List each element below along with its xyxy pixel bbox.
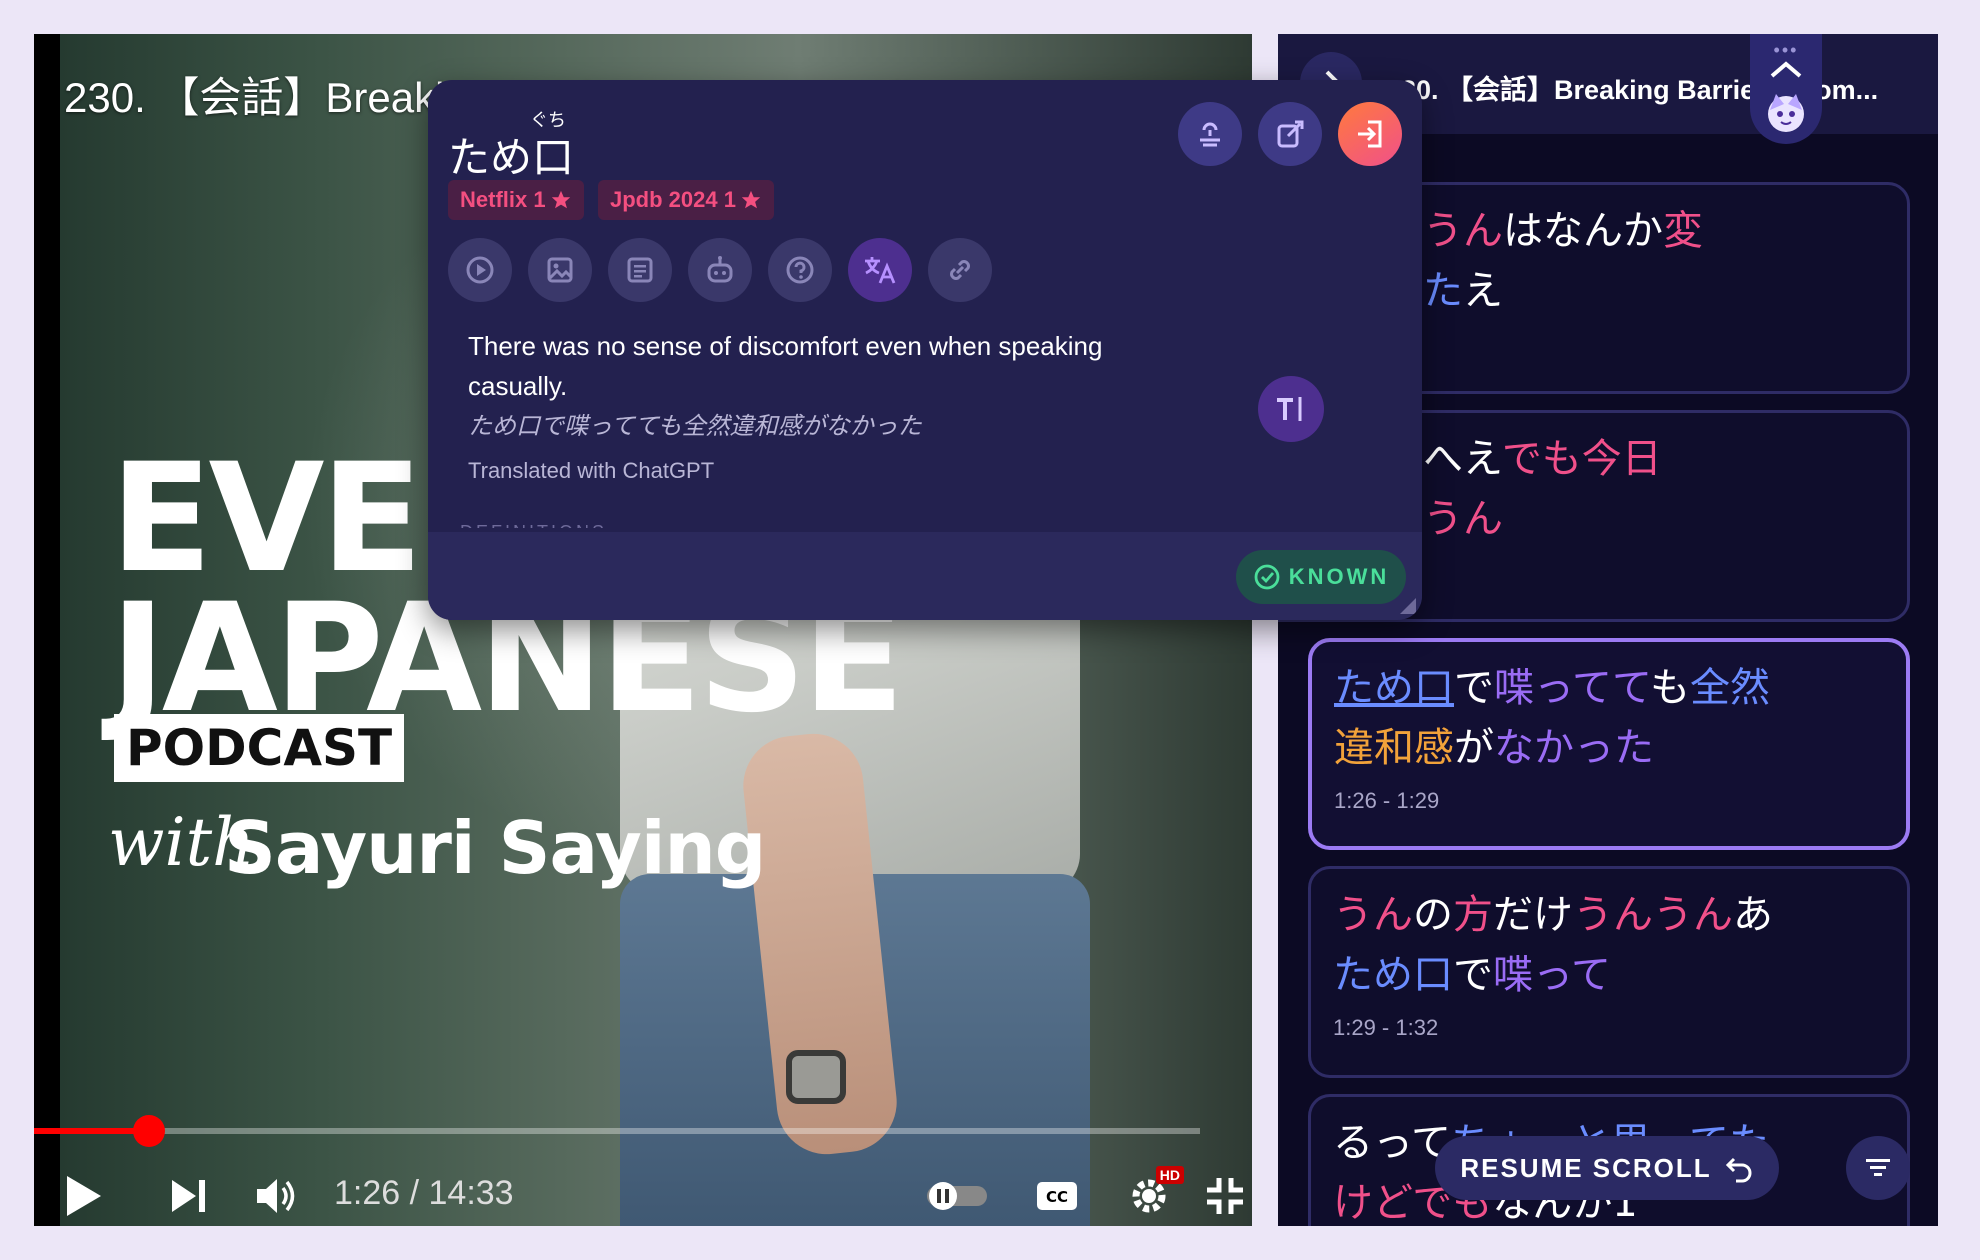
subtitle-word[interactable]: が: [1454, 725, 1494, 771]
edit-icon: [1277, 120, 1304, 148]
translate-icon: [865, 257, 896, 284]
dictionary-popup[interactable]: ぐち ため口 Netflix 1 Jpdb 2024 1 There was n…: [428, 80, 1422, 620]
robot-icon: [707, 256, 733, 283]
subtitle-word[interactable]: あ: [1733, 892, 1773, 938]
subtitle-word[interactable]: 方: [1453, 892, 1493, 938]
watch-icon: [786, 1050, 846, 1104]
subtitle-line: ため口で喋って: [1333, 945, 1885, 1005]
resume-scroll-label: RESUME SCROLL: [1460, 1152, 1712, 1183]
screenshot-button[interactable]: [528, 238, 592, 302]
subtitle-word[interactable]: はなんか: [1503, 208, 1663, 254]
seek-bar[interactable]: [34, 1115, 1200, 1147]
volume-button[interactable]: [250, 1172, 304, 1220]
hd-badge: HD: [1155, 1166, 1184, 1184]
known-label: KNOWN: [1288, 564, 1390, 589]
translate-button[interactable]: [848, 238, 912, 302]
panel-handle[interactable]: •••: [1750, 34, 1822, 144]
help-button[interactable]: [768, 238, 832, 302]
mark-known-button[interactable]: KNOWN: [1236, 550, 1406, 604]
autoplay-toggle-icon: [927, 1182, 987, 1210]
subtitle-word[interactable]: 喋ってて: [1494, 665, 1650, 711]
subtitle-timestamp: 1:26 - 1:29: [1334, 788, 1440, 813]
subtitle-word[interactable]: ため口: [1333, 952, 1453, 998]
subtitle-line: ため口で喋ってても全然: [1334, 658, 1884, 718]
next-icon: [172, 1180, 205, 1212]
undo-arrow-icon: [1725, 1157, 1752, 1183]
link-icon: [950, 260, 970, 280]
subtitle-word[interactable]: るって: [1333, 1120, 1451, 1166]
subtitle-word[interactable]: 喋って: [1493, 952, 1611, 998]
fullscreen-exit-icon: [1207, 1178, 1243, 1214]
subtitle-word[interactable]: うんうん: [1573, 892, 1733, 938]
subtitle-word[interactable]: 変: [1663, 208, 1703, 254]
subtitle-word[interactable]: ため口: [1334, 665, 1454, 711]
subtitle-word[interactable]: 全然: [1690, 665, 1770, 711]
mining-icon: [1200, 122, 1220, 147]
volume-icon: [257, 1179, 295, 1213]
text-cursor-icon: [1277, 397, 1302, 421]
filter-icon: [1866, 1159, 1890, 1176]
next-button[interactable]: [164, 1172, 214, 1220]
captions-icon: CC: [1037, 1182, 1077, 1210]
translation-credit: Translated with ChatGPT: [468, 458, 715, 483]
resize-handle[interactable]: [1400, 598, 1416, 614]
help-icon: [786, 256, 814, 284]
subtitle-word[interactable]: だけ: [1493, 892, 1573, 938]
svg-text:CC: CC: [1046, 1188, 1068, 1206]
subtitle-line: うんの方だけうんうんあ: [1333, 885, 1885, 945]
subtitle-word[interactable]: うん: [1333, 892, 1413, 938]
subtitle-card-active[interactable]: ため口で喋ってても全然 違和感がなかった 1:26 - 1:29: [1308, 638, 1910, 850]
ai-explain-button[interactable]: [688, 238, 752, 302]
edit-card-button[interactable]: [1258, 102, 1322, 166]
subtitle-card[interactable]: うんの方だけうんうんあ ため口で喋って 1:29 - 1:32: [1308, 866, 1910, 1078]
subtitle-timestamp: 1:29 - 1:32: [1333, 1015, 1439, 1040]
chevron-up-icon[interactable]: [1750, 58, 1822, 89]
frequency-tag-label: Netflix 1: [460, 187, 546, 212]
text-icon: [627, 257, 653, 283]
translation-text: There was no sense of discomfort even wh…: [468, 331, 1103, 401]
copy-link-button[interactable]: [928, 238, 992, 302]
word-headword[interactable]: ため口: [448, 124, 574, 185]
audio-icon: [466, 256, 494, 284]
time-readout: 1:26 / 14:33: [334, 1174, 514, 1212]
check-circle-icon: [1254, 564, 1280, 590]
text-mode-button[interactable]: [1258, 376, 1324, 442]
poster-line-host: Sayuri Saying: [224, 806, 766, 890]
frequency-tag-label: Jpdb 2024 1: [610, 187, 736, 212]
definitions-header: DEFINITIONS: [460, 522, 640, 528]
frequency-tag-jpdb: Jpdb 2024 1: [598, 180, 774, 220]
play-icon: [67, 1176, 101, 1216]
subtitle-line: 違和感がなかった: [1334, 718, 1884, 778]
subtitle-word[interactable]: え: [1463, 268, 1503, 314]
resume-scroll-button[interactable]: RESUME SCROLL: [1435, 1136, 1779, 1200]
subtitle-word[interactable]: で: [1453, 952, 1493, 998]
login-icon: [1358, 120, 1382, 148]
play-button[interactable]: [58, 1172, 108, 1220]
subtitle-word[interactable]: も: [1650, 665, 1690, 711]
settings-button[interactable]: HD: [1122, 1166, 1184, 1220]
play-audio-button[interactable]: [448, 238, 512, 302]
subtitle-word[interactable]: なかった: [1494, 725, 1654, 771]
avatar-icon[interactable]: [1764, 90, 1808, 139]
subtitle-word[interactable]: 違和感: [1334, 725, 1454, 771]
exit-fullscreen-button[interactable]: [1200, 1172, 1250, 1220]
open-card-button[interactable]: [1338, 102, 1402, 166]
subtitle-word[interactable]: でも今日: [1502, 436, 1662, 482]
star-icon: [551, 190, 570, 209]
subtitle-word[interactable]: で: [1454, 665, 1494, 711]
image-icon: [547, 257, 573, 283]
filter-button[interactable]: [1846, 1136, 1910, 1200]
poster-line-podcast: PODCAST: [114, 714, 405, 782]
frequency-tag-netflix: Netflix 1: [448, 180, 584, 220]
subtitle-word[interactable]: の: [1413, 892, 1453, 938]
seek-bar-played: [34, 1128, 150, 1134]
source-sentence: ため口で喋ってても全然違和感がなかった: [468, 413, 922, 440]
star-icon: [741, 190, 761, 209]
context-button[interactable]: [608, 238, 672, 302]
mine-sentence-button[interactable]: [1178, 102, 1242, 166]
autoplay-toggle[interactable]: [924, 1172, 990, 1220]
captions-button[interactable]: CC: [1032, 1172, 1082, 1220]
